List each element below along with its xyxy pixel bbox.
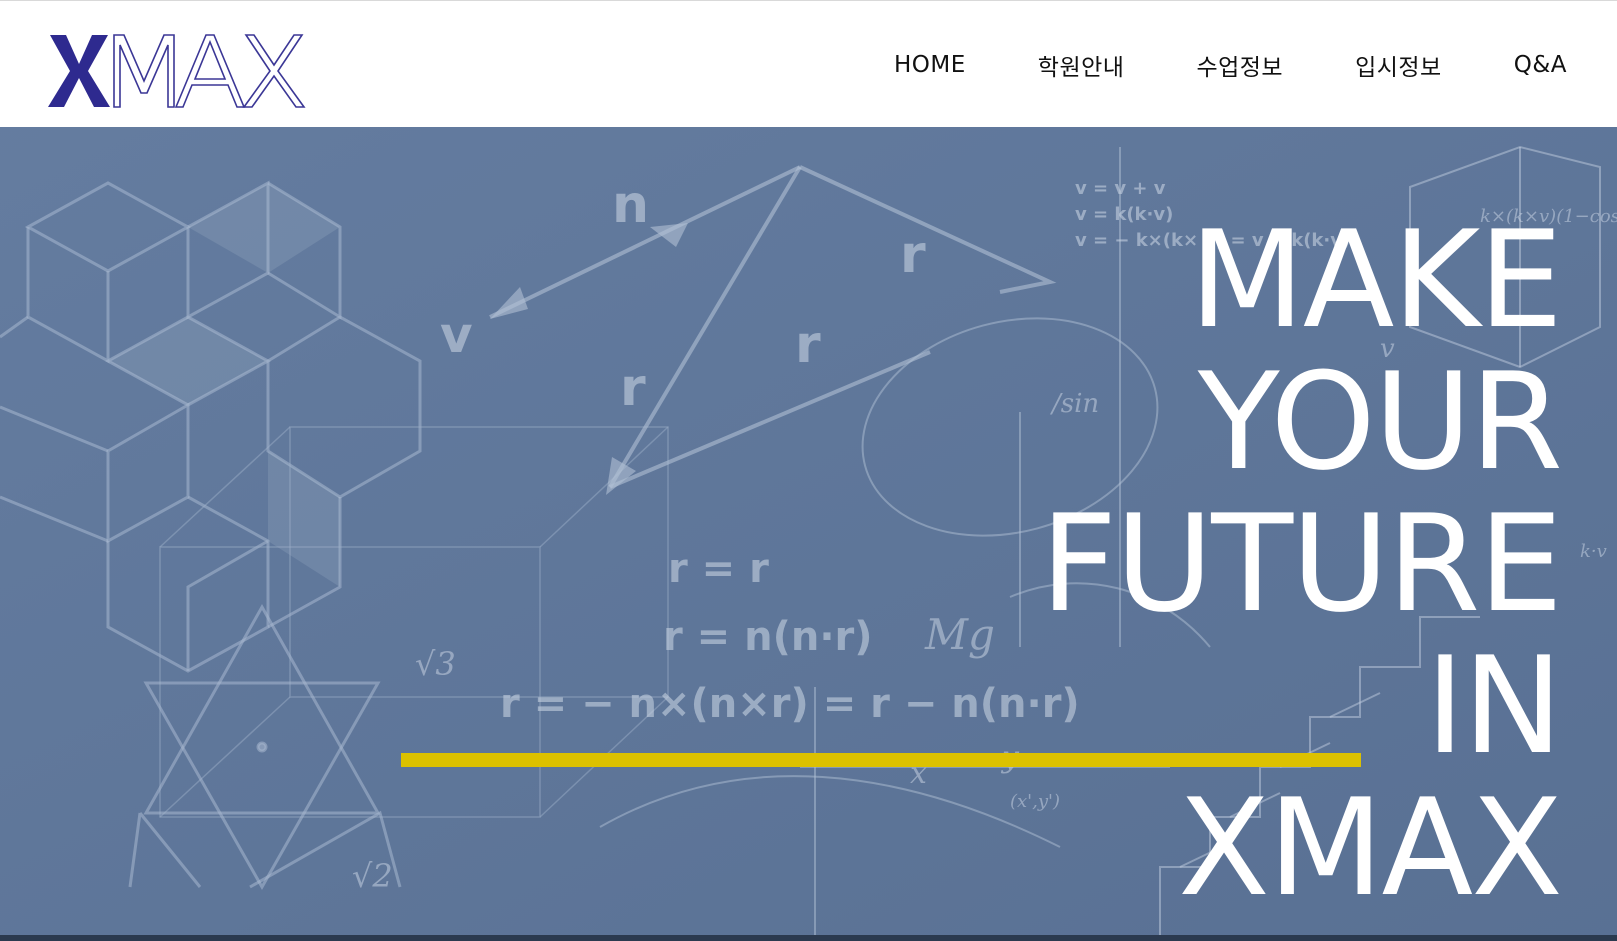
chalk-r-par: r (795, 315, 821, 375)
chalk-vel-eq1: v = v + v (1075, 178, 1166, 199)
logo-letter-x2 (242, 34, 306, 108)
nav-class-info[interactable]: 수업정보 (1196, 48, 1283, 82)
headline-line-1: MAKE (1189, 202, 1563, 358)
headline-line-2: YOUR (1197, 344, 1563, 500)
logo-letter-m (113, 34, 175, 108)
chalk-sqrt2: √2 (352, 857, 393, 895)
chalk-kv: k·v (1580, 541, 1607, 562)
chalk-r: r (620, 358, 646, 418)
chalk-mg: Mg (924, 610, 995, 659)
chalk-eq3: r = − n×(n×r) = r − n(n·r) (500, 681, 1080, 727)
chalk-n: n (612, 175, 649, 235)
headline-line-4: IN (1425, 628, 1563, 784)
headline-line-3: FUTURE (1040, 486, 1563, 642)
nav-academy-info[interactable]: 학원안내 (1038, 48, 1125, 82)
headline-line-5: XMAX (1178, 770, 1563, 926)
chalk-v: v (440, 306, 473, 364)
chalk-r-perp: r (900, 225, 926, 285)
xmax-logo[interactable] (48, 31, 308, 111)
hero-headline: MAKE YOUR FUTURE IN XMAX (1040, 202, 1563, 926)
nav-home[interactable]: HOME (894, 52, 966, 78)
hero-bottom-edge (0, 935, 1617, 941)
main-nav: HOME 학원안내 수업정보 입시정보 Q&A (822, 45, 1567, 85)
chalk-eq1: r = r (668, 546, 769, 592)
chalk-eq2: r = n(n·r) (663, 614, 873, 660)
logo-letter-x (48, 35, 110, 107)
hero-banner: n v r r r r = r r = n(n·r) r = − n×(n×r)… (0, 127, 1617, 941)
nav-admission-info[interactable]: 입시정보 (1355, 48, 1442, 82)
logo-letter-a (174, 34, 246, 108)
nav-qna[interactable]: Q&A (1514, 52, 1567, 78)
site-header: HOME 학원안내 수업정보 입시정보 Q&A (0, 0, 1617, 127)
chalk-sqrt3: √3 (415, 645, 456, 683)
